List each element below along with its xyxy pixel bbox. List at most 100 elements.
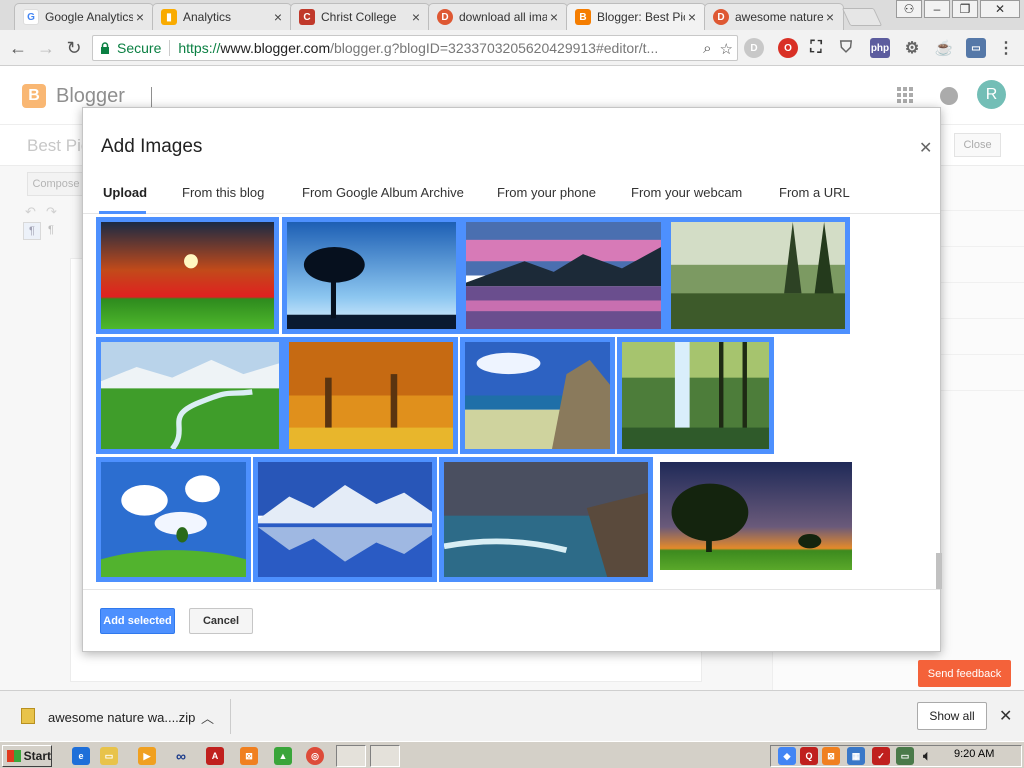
close-tab-icon[interactable]: ×	[271, 9, 285, 25]
image-rocky-beach[interactable]	[460, 337, 615, 454]
minimize-button[interactable]: –	[924, 0, 950, 18]
image-mountain-lake-pink-sky[interactable]	[461, 217, 666, 334]
internet-explorer-icon[interactable]: e	[72, 747, 90, 765]
tab-from-your-webcam[interactable]: From your webcam	[631, 185, 742, 200]
tab-label: Christ College	[321, 10, 397, 24]
url-scheme: https://	[178, 40, 221, 56]
dialog-title: Add Images	[101, 136, 203, 157]
image-grid	[83, 215, 938, 589]
chrome-icon[interactable]: ◎	[306, 747, 324, 765]
divider	[230, 699, 231, 734]
tab-upload[interactable]: Upload	[103, 185, 147, 200]
add-images-dialog: Add Images ✕ Upload From this blog From …	[82, 107, 942, 652]
taskbar-chrome-window[interactable]	[336, 745, 366, 767]
php-extension-icon[interactable]: php	[870, 38, 890, 58]
xampp-icon[interactable]: ⊠	[240, 747, 258, 765]
tab-christ-college[interactable]: C Christ College ×	[290, 3, 430, 30]
tab-google-analytics[interactable]: G Google Analytics ×	[14, 3, 154, 30]
image-stormy-coast[interactable]	[439, 457, 653, 582]
send-feedback-button[interactable]: Send feedback	[918, 660, 1011, 687]
tab-from-this-blog[interactable]: From this blog	[182, 185, 264, 200]
shield-icon[interactable]: ⛉	[836, 38, 856, 58]
dialog-footer-divider	[83, 589, 940, 590]
secure-label: Secure	[117, 40, 162, 56]
windows-taskbar: Start e ▭ ▶ ∞ A ⊠ ▲ ◎ ◆ Q ⊠ ▦ ✓ ▭ 🔈︎ 9:2…	[0, 741, 1024, 768]
extension-d-icon[interactable]: D	[744, 38, 764, 58]
taskbar-clock: 9:20 AM	[954, 748, 995, 760]
folder-icon[interactable]: ▭	[100, 747, 118, 765]
browser-toolbar: ← → ↻ Secure https:// www.blogger.com /b…	[0, 30, 1024, 66]
image-autumn-trees[interactable]	[284, 337, 458, 454]
close-tab-icon[interactable]: ×	[133, 9, 147, 25]
tab-awesome-nature[interactable]: D awesome nature ×	[704, 3, 844, 30]
zip-file-icon	[21, 708, 35, 724]
duckduckgo-icon: D	[713, 9, 729, 25]
java-icon[interactable]: ☕	[934, 38, 954, 58]
back-arrow-icon[interactable]: ←	[8, 38, 28, 58]
tab-label: Blogger: Best Pic	[597, 10, 685, 24]
active-tab-underline	[99, 211, 146, 214]
tab-from-google-album-archive[interactable]: From Google Album Archive	[302, 185, 464, 200]
close-tab-icon[interactable]: ×	[409, 9, 423, 25]
user-icon[interactable]: ⚇	[896, 0, 922, 18]
cancel-button[interactable]: Cancel	[189, 608, 253, 634]
duckduckgo-icon: D	[437, 9, 453, 25]
gear-icon[interactable]: ⚙	[902, 38, 922, 58]
window-close-button[interactable]: ✕	[980, 0, 1020, 18]
add-selected-button[interactable]: Add selected	[100, 608, 175, 634]
tab-from-your-phone[interactable]: From your phone	[497, 185, 596, 200]
close-icon[interactable]: ✕	[919, 138, 932, 158]
image-tree-sunset-field[interactable]	[660, 462, 852, 570]
analytics-icon: ▮	[161, 9, 177, 25]
close-tab-icon[interactable]: ×	[685, 9, 699, 25]
image-tree-silhouette-blue-sky[interactable]	[282, 217, 461, 334]
new-tab-button[interactable]	[841, 8, 883, 26]
tray-q-icon[interactable]: Q	[800, 747, 818, 765]
image-snow-mountain-reflection[interactable]	[253, 457, 437, 582]
tab-analytics[interactable]: ▮ Analytics ×	[152, 3, 292, 30]
tab-blogger[interactable]: B Blogger: Best Pic ×	[566, 3, 706, 30]
url-path: /blogger.g?blogID=3233703205620429913#ed…	[330, 40, 659, 56]
tab-download-all-images[interactable]: D download all ima ×	[428, 3, 568, 30]
display-extension-icon[interactable]: ▭	[966, 38, 986, 58]
dialog-tabs: Upload From this blog From Google Album …	[83, 180, 940, 214]
installer-icon[interactable]: ▲	[274, 747, 292, 765]
chrome-menu-icon[interactable]: ⋮	[996, 38, 1016, 58]
tab-label: download all ima	[459, 10, 547, 24]
volume-icon[interactable]: 🔈︎	[918, 747, 936, 765]
browser-tab-strip: G Google Analytics × ▮ Analytics × C Chr…	[0, 0, 1024, 30]
reload-icon[interactable]: ↻	[64, 38, 84, 58]
close-icon[interactable]: ✕	[999, 706, 1012, 726]
media-player-icon[interactable]: ▶	[138, 747, 156, 765]
image-grid-scrollbar[interactable]	[936, 553, 942, 589]
zoom-icon[interactable]: ⌕	[703, 40, 711, 58]
bookmark-star-icon[interactable]: ☆	[720, 40, 733, 58]
opera-extension-icon[interactable]: O	[778, 38, 798, 58]
address-bar[interactable]: Secure https:// www.blogger.com /blogger…	[92, 35, 738, 61]
screen-capture-icon[interactable]: ⛶	[806, 38, 826, 58]
image-sunset-meadow[interactable]	[96, 217, 279, 334]
tray-display-icon[interactable]: ▭	[896, 747, 914, 765]
infinity-app-icon[interactable]: ∞	[172, 747, 190, 765]
restore-button[interactable]: ❐	[952, 0, 978, 18]
chevron-up-icon[interactable]: ︿	[201, 708, 214, 727]
tray-network-icon[interactable]: ▦	[847, 747, 865, 765]
tab-from-a-url[interactable]: From a URL	[779, 185, 850, 200]
close-tab-icon[interactable]: ×	[547, 9, 561, 25]
show-all-button[interactable]: Show all	[917, 702, 987, 730]
taskbar-paint-window[interactable]	[370, 745, 400, 767]
forward-arrow-icon[interactable]: →	[36, 38, 56, 58]
image-forest-waterfall[interactable]	[617, 337, 774, 454]
close-tab-icon[interactable]: ×	[823, 9, 837, 25]
windows-logo-icon	[7, 750, 21, 762]
download-file-name[interactable]: awesome nature wa....zip	[48, 710, 195, 725]
tray-app-icon[interactable]: ◆	[778, 747, 796, 765]
tray-xampp-icon[interactable]: ⊠	[822, 747, 840, 765]
tray-security-icon[interactable]: ✓	[872, 747, 890, 765]
start-button[interactable]: Start	[2, 745, 52, 767]
blogger-icon: B	[575, 9, 591, 25]
image-forest-garden[interactable]	[666, 217, 850, 334]
image-green-hill-clouds[interactable]	[96, 457, 251, 582]
pdf-icon[interactable]: A	[206, 747, 224, 765]
image-green-valley-river[interactable]	[96, 337, 284, 454]
